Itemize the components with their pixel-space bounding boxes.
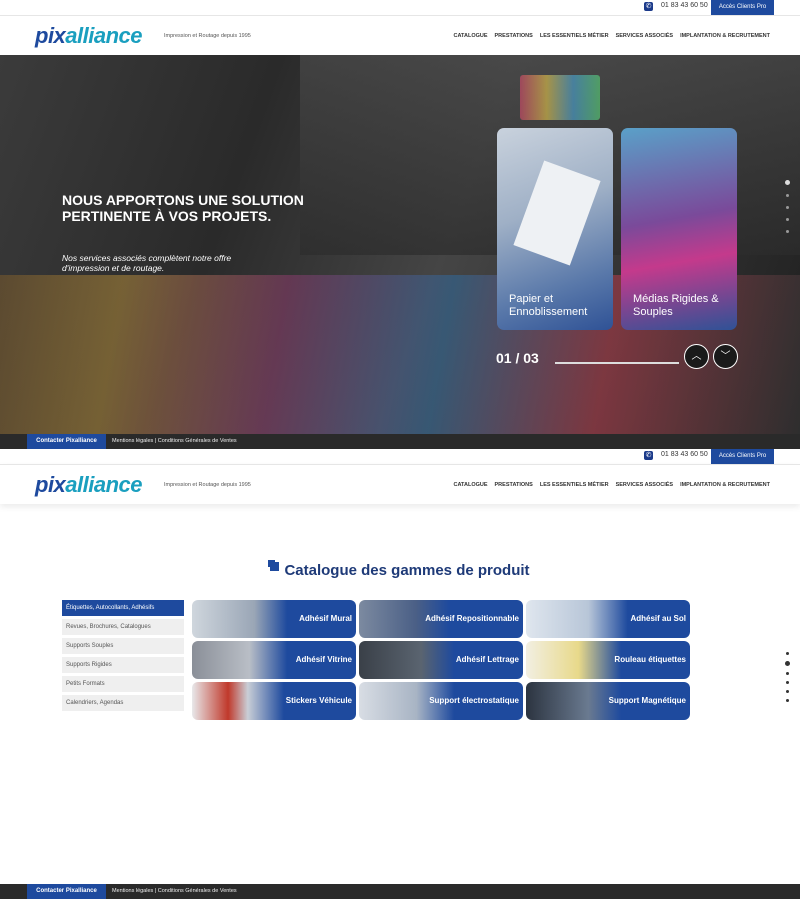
pro-access-button[interactable]: Accès Clients Pro [711, 449, 774, 464]
phone-number[interactable]: 01 83 43 60 50 [661, 2, 708, 9]
hero-dot[interactable] [785, 180, 790, 185]
legal-links[interactable]: Mentions légales | Conditions Générales … [112, 438, 237, 444]
tile-label: Adhésif Vitrine [295, 655, 352, 664]
hero-subtitle: Nos services associés complètent notre o… [62, 253, 232, 273]
page-dot[interactable] [785, 661, 790, 666]
tile-label: Support électrostatique [429, 696, 519, 705]
hero-pagination [785, 180, 790, 233]
logo-text-accent: alliance [65, 23, 143, 48]
logo-text-main: pix [35, 472, 66, 497]
tagline: Impression et Routage depuis 1995 [164, 33, 251, 39]
product-tile[interactable]: Support Magnétique [526, 682, 690, 720]
slide-next-button[interactable]: ﹀ [713, 344, 738, 369]
tile-label: Rouleau étiquettes [614, 655, 686, 664]
hero-title: NOUS APPORTONS UNE SOLUTION PERTINENTE À… [62, 192, 304, 224]
product-tile[interactable]: Stickers Véhicule [192, 682, 356, 720]
product-tile[interactable]: Adhésif Vitrine [192, 641, 356, 679]
tile-label: Adhésif Repositionnable [425, 614, 519, 623]
site-header: pixalliance Impression et Routage depuis… [0, 15, 800, 55]
hero-card-media[interactable]: Médias Rigides & Souples [621, 128, 737, 330]
tile-label: Adhésif Lettrage [455, 655, 519, 664]
phone-icon: ✆ [644, 2, 653, 11]
nav-prestations[interactable]: PRESTATIONS [495, 482, 533, 488]
logo[interactable]: pixalliance [35, 472, 143, 498]
nav-prestations[interactable]: PRESTATIONS [495, 33, 533, 39]
product-tile[interactable]: Adhésif au Sol [526, 600, 690, 638]
slide-counter: 01 / 03 [496, 350, 539, 366]
menu-item[interactable]: Petits Formats [62, 676, 184, 692]
hero-card-label: Papier et Ennoblissement [509, 293, 588, 318]
page-dot[interactable] [786, 690, 789, 693]
card-paper-sheet [513, 160, 601, 266]
pro-access-button[interactable]: Accès Clients Pro [711, 0, 774, 15]
phone-icon: ✆ [644, 451, 653, 460]
menu-item[interactable]: Étiquettes, Autocollants, Adhésifs [62, 600, 184, 616]
catalogue-title: Catalogue des gammes de produit [0, 562, 800, 579]
menu-item[interactable]: Supports Souples [62, 638, 184, 654]
hero-color-panel [520, 75, 600, 120]
legal-links[interactable]: Mentions légales | Conditions Générales … [112, 888, 237, 894]
chevron-down-icon: ﹀ [720, 351, 731, 362]
slide-prev-button[interactable]: ︿ [684, 344, 709, 369]
nav-services[interactable]: SERVICES ASSOCIÉS [616, 482, 673, 488]
product-tile[interactable]: Adhésif Lettrage [359, 641, 523, 679]
footer-bar: Contacter Pixalliance Mentions légales |… [0, 434, 800, 449]
chevron-up-icon: ︿ [691, 351, 702, 362]
main-nav: CATALOGUE PRESTATIONS LES ESSENTIELS MÉT… [454, 33, 771, 39]
nav-catalogue[interactable]: CATALOGUE [454, 482, 488, 488]
page-pagination [785, 652, 790, 702]
page-dot[interactable] [786, 699, 789, 702]
hero-banner: NOUS APPORTONS UNE SOLUTION PERTINENTE À… [0, 55, 800, 434]
tile-label: Stickers Véhicule [285, 696, 352, 705]
hero-dot[interactable] [786, 194, 789, 197]
tagline: Impression et Routage depuis 1995 [164, 482, 251, 488]
nav-implantation[interactable]: IMPLANTATION & RECRUTEMENT [680, 33, 770, 39]
tile-label: Support Magnétique [608, 696, 686, 705]
logo-text-accent: alliance [65, 472, 143, 497]
logo[interactable]: pixalliance [35, 23, 143, 49]
phone-number[interactable]: 01 83 43 60 50 [661, 451, 708, 458]
page-dot[interactable] [786, 672, 789, 675]
top-bar: ✆ 01 83 43 60 50 Accès Clients Pro [0, 0, 800, 15]
product-tile[interactable]: Rouleau étiquettes [526, 641, 690, 679]
contact-button[interactable]: Contacter Pixalliance [27, 434, 106, 449]
tile-label: Adhésif au Sol [630, 614, 686, 623]
logo-text-main: pix [35, 23, 66, 48]
nav-essentiels[interactable]: LES ESSENTIELS MÉTIER [540, 482, 609, 488]
menu-item[interactable]: Calendriers, Agendas [62, 695, 184, 711]
site-header: pixalliance Impression et Routage depuis… [0, 464, 800, 504]
nav-catalogue[interactable]: CATALOGUE [454, 33, 488, 39]
product-tile[interactable]: Support électrostatique [359, 682, 523, 720]
contact-button[interactable]: Contacter Pixalliance [27, 884, 106, 899]
top-bar: ✆ 01 83 43 60 50 Accès Clients Pro [0, 449, 800, 464]
nav-implantation[interactable]: IMPLANTATION & RECRUTEMENT [680, 482, 770, 488]
hero-dot[interactable] [786, 230, 789, 233]
hero-card-label: Médias Rigides & Souples [633, 293, 719, 318]
nav-essentiels[interactable]: LES ESSENTIELS MÉTIER [540, 33, 609, 39]
page-dot[interactable] [786, 652, 789, 655]
square-icon [270, 562, 280, 571]
product-tile[interactable]: Adhésif Repositionnable [359, 600, 523, 638]
menu-item[interactable]: Supports Rigides [62, 657, 184, 673]
hero-dot[interactable] [786, 218, 789, 221]
page-dot[interactable] [786, 681, 789, 684]
footer-bar: Contacter Pixalliance Mentions légales |… [0, 884, 800, 899]
hero-card-paper[interactable]: Papier et Ennoblissement [497, 128, 613, 330]
nav-services[interactable]: SERVICES ASSOCIÉS [616, 33, 673, 39]
menu-item[interactable]: Revues, Brochures, Catalogues [62, 619, 184, 635]
category-menu: Étiquettes, Autocollants, Adhésifs Revue… [62, 600, 184, 714]
hero-dot[interactable] [786, 206, 789, 209]
slider-progress [555, 362, 679, 364]
product-tile[interactable]: Adhésif Mural [192, 600, 356, 638]
main-nav: CATALOGUE PRESTATIONS LES ESSENTIELS MÉT… [454, 482, 771, 488]
tile-label: Adhésif Mural [299, 614, 352, 623]
product-grid: Adhésif Mural Adhésif Repositionnable Ad… [192, 600, 690, 720]
catalogue-title-text: Catalogue des gammes de produit [284, 562, 530, 579]
